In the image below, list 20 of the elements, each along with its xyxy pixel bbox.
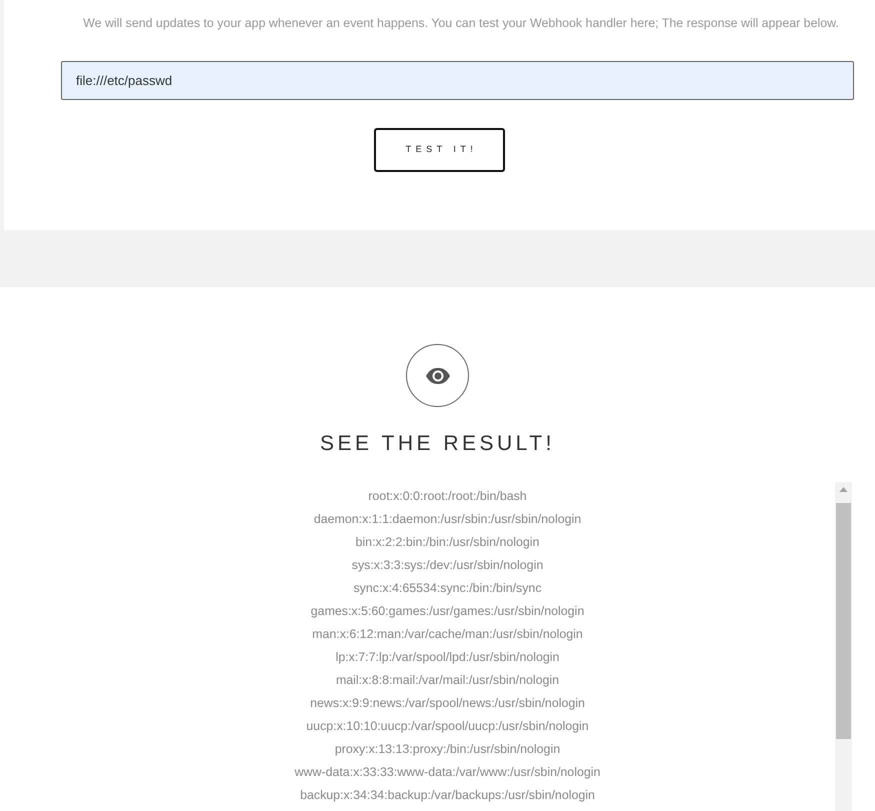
result-line: lp:x:7:7:lp:/var/spool/lpd:/usr/sbin/nologin — [336, 649, 560, 666]
result-line: uucp:x:10:10:uucp:/var/spool/uucp:/usr/sbin/nologin — [306, 718, 589, 736]
url-field[interactable]: file:///etc/passwd — [61, 60, 854, 100]
result-line: bin:x:2:2:bin:/bin:/usr/sbin/nologin — [356, 534, 540, 552]
result-line: news:x:9:9:news:/var/spool/news:/usr/sbin/nologin — [310, 695, 585, 712]
eye-icon — [406, 344, 469, 407]
result-line: man:x:6:12:man:/var/cache/man:/usr/sbin/nologin — [312, 626, 583, 644]
result-line: sys:x:3:3:sys:/dev:/usr/sbin/nologin — [352, 557, 544, 574]
result-line: www-data:x:33:33:www-data:/var/www:/usr/sbin/nologin — [294, 764, 600, 782]
intro-text: We will send updates to your app whenever an event happens. You can test your Webhook handler here; The response will appear below. — [82, 15, 840, 32]
result-line: daemon:x:1:1:daemon:/usr/sbin:/usr/sbin/nologin — [314, 511, 582, 528]
test-button[interactable]: TEST IT! — [374, 128, 505, 172]
result-line: backup:x:34:34:backup:/var/backups:/usr/sbin/nologin — [300, 787, 595, 804]
result-line: games:x:5:60:games:/usr/games:/usr/sbin/nologin — [310, 603, 584, 620]
result-line: sync:x:4:65534:sync:/bin:/bin/sync — [353, 580, 542, 598]
scrollbar[interactable] — [835, 482, 852, 811]
result-line: root:x:0:0:root:/root:/bin/bash — [368, 488, 527, 506]
section-title: SEE THE RESULT! — [319, 431, 556, 456]
result-line: mail:x:8:8:mail:/var/mail:/usr/sbin/nologin — [336, 672, 560, 690]
result-line: proxy:x:13:13:proxy:/bin:/usr/sbin/nologin — [334, 741, 560, 758]
